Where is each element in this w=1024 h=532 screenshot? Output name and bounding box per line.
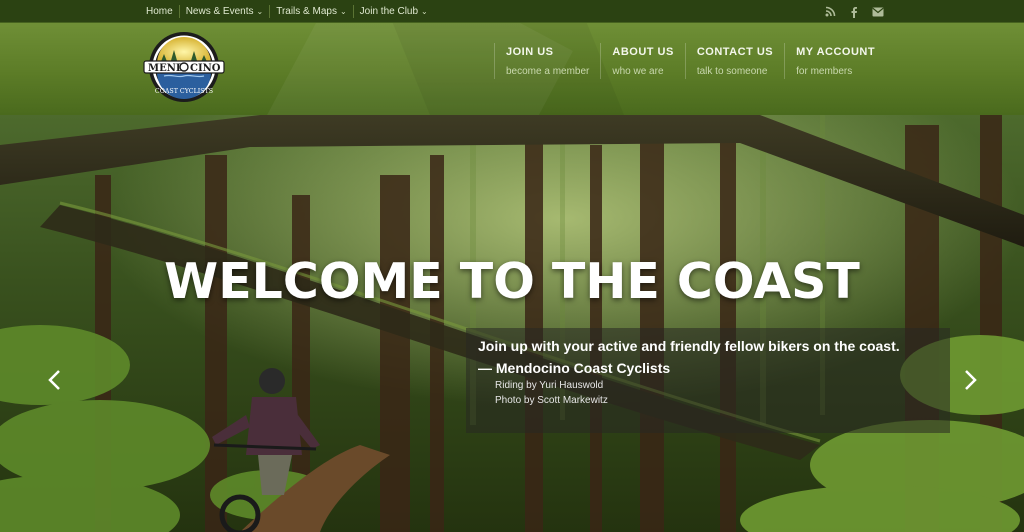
- nav-subtitle: who we are: [612, 66, 664, 77]
- nav-title: ABOUT US: [612, 46, 674, 58]
- site-logo[interactable]: MEND CINO COAST CYCLISTS: [142, 30, 226, 104]
- nav-join-us[interactable]: JOIN US become a member: [494, 43, 600, 79]
- top-nav-label: Trails & Maps: [276, 6, 337, 17]
- nav-title: JOIN US: [506, 46, 554, 58]
- chevron-right-icon: [965, 370, 977, 390]
- nav-subtitle: for members: [796, 66, 853, 77]
- nav-title: MY ACCOUNT: [796, 46, 876, 58]
- slider-prev-button[interactable]: [44, 368, 64, 392]
- top-bar: Home News & Events ⌄ Trails & Maps ⌄ Join …: [0, 0, 1024, 23]
- caption-photo-credit: Photo by Scott Markewitz: [495, 395, 608, 406]
- caption-tagline: Join up with your active and friendly fe…: [478, 338, 900, 354]
- top-nav-label: News & Events: [185, 6, 254, 17]
- top-nav-news-events[interactable]: News & Events ⌄: [180, 5, 271, 18]
- chevron-down-icon: ⌄: [256, 7, 264, 16]
- chevron-left-icon: [48, 370, 60, 390]
- logo-text-right: CINO: [190, 63, 221, 74]
- hero-image: [0, 115, 1024, 532]
- top-nav-join-club[interactable]: Join the Club ⌄: [354, 5, 434, 18]
- nav-contact-us[interactable]: CONTACT US talk to someone: [684, 43, 784, 79]
- main-nav: JOIN US become a member ABOUT US who we …: [494, 43, 886, 79]
- top-nav: Home News & Events ⌄ Trails & Maps ⌄ Join …: [140, 0, 434, 23]
- nav-title: CONTACT US: [696, 46, 774, 58]
- chevron-down-icon: ⌄: [339, 7, 347, 16]
- hero-title: WELCOME TO THE COAST: [164, 253, 860, 310]
- top-nav-home[interactable]: Home: [140, 5, 180, 18]
- rss-icon[interactable]: [824, 6, 836, 18]
- nav-subtitle: talk to someone: [696, 66, 768, 77]
- logo-text-left: MEND: [148, 63, 185, 74]
- logo-text-bottom: COAST CYCLISTS: [155, 88, 213, 95]
- hero-caption: Join up with your active and friendly fe…: [466, 328, 950, 433]
- nav-my-account[interactable]: MY ACCOUNT for members: [784, 43, 886, 79]
- top-nav-label: Home: [146, 6, 173, 17]
- chevron-down-icon: ⌄: [421, 7, 428, 16]
- caption-rider-credit: Riding by Yuri Hauswold: [495, 380, 604, 391]
- slider-next-button[interactable]: [961, 368, 981, 392]
- top-nav-label: Join the Club: [359, 6, 419, 17]
- nav-subtitle: become a member: [506, 66, 590, 77]
- envelope-icon[interactable]: [872, 6, 884, 18]
- social-links: [824, 0, 884, 23]
- nav-about-us[interactable]: ABOUT US who we are: [600, 43, 684, 79]
- top-nav-trails-maps[interactable]: Trails & Maps ⌄: [270, 5, 354, 18]
- hero-slider: WELCOME TO THE COAST Join up with your a…: [0, 115, 1024, 532]
- facebook-icon[interactable]: [848, 6, 860, 18]
- caption-attribution: — Mendocino Coast Cyclists: [478, 360, 671, 376]
